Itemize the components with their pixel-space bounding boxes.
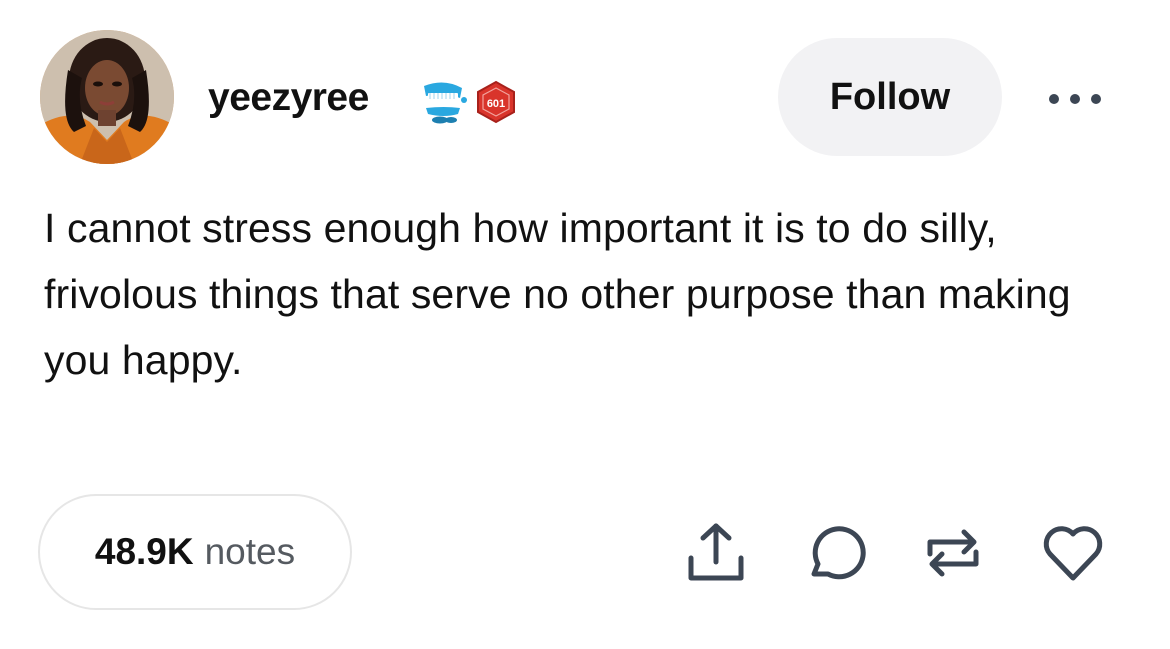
notes-label: notes <box>204 531 296 572</box>
chattering-teeth-icon[interactable] <box>420 80 468 124</box>
reblog-button[interactable] <box>920 520 986 586</box>
more-options-button[interactable] <box>1040 82 1110 116</box>
username[interactable]: yeezyree <box>208 76 369 120</box>
level-badge-text: 601 <box>487 98 505 110</box>
reblog-icon <box>927 529 979 577</box>
reply-icon <box>811 526 866 580</box>
notes-count: 48.9K <box>94 531 194 572</box>
post-body-text: I cannot stress enough how important it … <box>44 205 1071 383</box>
ellipsis-icon <box>1049 94 1101 104</box>
follow-button[interactable]: Follow <box>778 38 1002 156</box>
reply-button[interactable] <box>800 520 866 586</box>
red-shield-pin-icon[interactable]: 601 <box>474 80 518 124</box>
like-button[interactable] <box>1040 520 1106 586</box>
heart-icon <box>1043 526 1103 581</box>
avatar[interactable] <box>40 30 174 164</box>
share-button[interactable] <box>683 520 749 586</box>
avatar-image <box>40 30 174 164</box>
share-icon <box>688 523 744 581</box>
notes-button[interactable]: 48.9K notes <box>38 494 352 610</box>
post-card: yeezyree 601 Follow I cannot stress enou… <box>0 0 1170 649</box>
